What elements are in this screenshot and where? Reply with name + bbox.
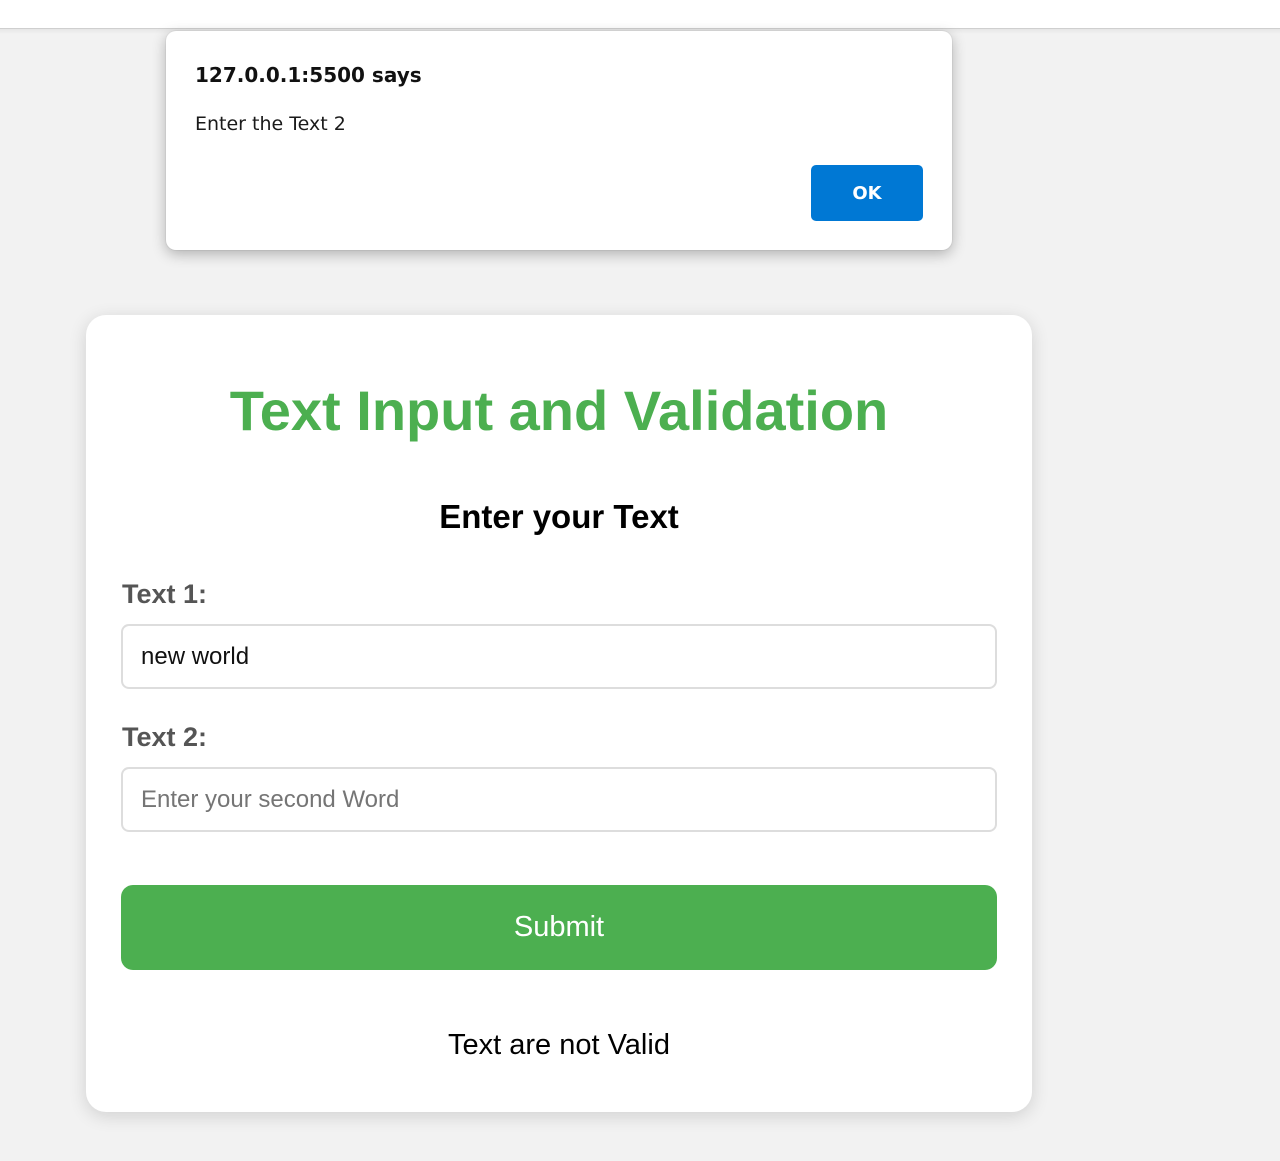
alert-dialog: 127.0.0.1:5500 says Enter the Text 2 OK bbox=[166, 31, 952, 250]
alert-ok-button[interactable]: OK bbox=[811, 165, 923, 221]
alert-message: Enter the Text 2 bbox=[195, 113, 346, 135]
page-title: Text Input and Validation bbox=[229, 379, 889, 442]
alert-title: 127.0.0.1:5500 says bbox=[195, 63, 422, 87]
validation-card: Text Input and Validation Enter your Tex… bbox=[86, 315, 1032, 1112]
browser-chrome-bar bbox=[0, 0, 1280, 29]
text2-label: Text 2: bbox=[122, 722, 208, 752]
submit-button[interactable]: Submit bbox=[121, 885, 997, 970]
text1-input[interactable] bbox=[121, 624, 997, 689]
text2-input[interactable] bbox=[121, 767, 997, 832]
validation-result: Text are not Valid bbox=[448, 1029, 670, 1061]
text1-label: Text 1: bbox=[122, 579, 208, 609]
form-subtitle: Enter your Text bbox=[439, 498, 679, 535]
